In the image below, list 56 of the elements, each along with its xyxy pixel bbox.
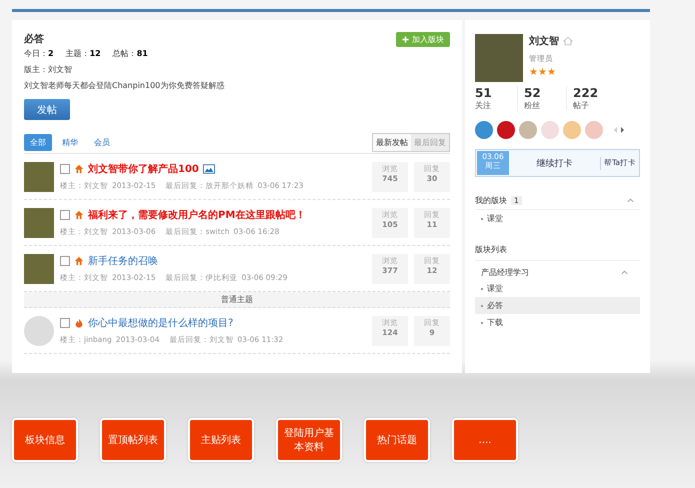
thread-title-link[interactable]: 你心中最想做的是什么样的项目?	[88, 316, 234, 330]
thread-title-link[interactable]: 福利来了，需要修改用户名的PM在这里跟帖吧！	[88, 208, 306, 222]
board-stat: 主题：12	[66, 48, 101, 59]
house-icon	[74, 164, 84, 174]
pager-arrows-icon[interactable]	[613, 126, 625, 134]
board-list-item[interactable]: 课堂	[475, 280, 640, 297]
board-link[interactable]: 课堂	[487, 214, 503, 223]
section-title: 版块列表	[475, 245, 507, 254]
count-value[interactable]: 222	[573, 86, 613, 100]
board-title: 必答	[24, 32, 45, 46]
count-value[interactable]: 52	[524, 86, 564, 100]
sort-button[interactable]: 最新发帖	[373, 134, 411, 151]
checkbox[interactable]	[60, 164, 70, 174]
medal-icon[interactable]	[497, 121, 515, 139]
collapse-icon[interactable]	[627, 198, 634, 203]
home-icon[interactable]	[563, 36, 573, 46]
collapse-icon[interactable]	[621, 270, 628, 275]
module-card: 主贴列表	[188, 418, 254, 462]
checkbox[interactable]	[60, 256, 70, 266]
thread-title-link[interactable]: 新手任务的召唤	[88, 254, 158, 268]
module-card: 板块信息	[12, 418, 78, 462]
board-stat: 总帖：81	[112, 48, 148, 59]
count-value[interactable]: 51	[475, 86, 515, 100]
avatar-placeholder	[24, 162, 54, 192]
board-list-item[interactable]: 必答	[475, 297, 640, 314]
checkbox[interactable]	[60, 210, 70, 220]
avatar-placeholder	[24, 316, 54, 346]
plus-icon	[402, 36, 409, 43]
module-card: 置顶帖列表	[100, 418, 166, 462]
module-card: 热门话题	[364, 418, 430, 462]
board-description: 刘文智老师每天都会登陆Chanpin100为你免费答疑解惑	[24, 80, 224, 91]
filter-tab[interactable]: 会员	[88, 134, 116, 151]
count-label: 关注	[475, 100, 492, 111]
board-group-title[interactable]: 产品经理学习	[481, 267, 529, 278]
board-stat: 今日：2	[24, 48, 54, 59]
module-card: ....	[452, 418, 518, 462]
thread-title-link[interactable]: 刘文智带你了解产品100	[88, 162, 199, 176]
filter-tab[interactable]: 精华	[56, 134, 84, 151]
section-title: 我的版块	[475, 195, 507, 206]
avatar-placeholder	[475, 34, 523, 82]
flame-icon	[74, 318, 84, 328]
house-icon	[74, 210, 84, 220]
avatar-placeholder	[24, 254, 54, 284]
house-icon	[74, 256, 84, 266]
star-rating: ★★★	[529, 67, 557, 78]
user-name[interactable]: 刘文智	[529, 34, 559, 48]
medal-icon[interactable]	[475, 121, 493, 139]
moderator-text: 版主：刘文智	[24, 64, 73, 75]
post-button[interactable]: 发帖	[24, 99, 70, 120]
checkin-button[interactable]: 继续打卡	[509, 156, 602, 170]
module-card: 登陆用户基本资料	[276, 418, 342, 462]
count-label: 帖子	[573, 100, 590, 111]
count-label: 粉丝	[524, 100, 541, 111]
avatar-placeholder	[24, 208, 54, 238]
checkbox[interactable]	[60, 318, 70, 328]
board-list-item[interactable]: 下载	[475, 314, 640, 331]
